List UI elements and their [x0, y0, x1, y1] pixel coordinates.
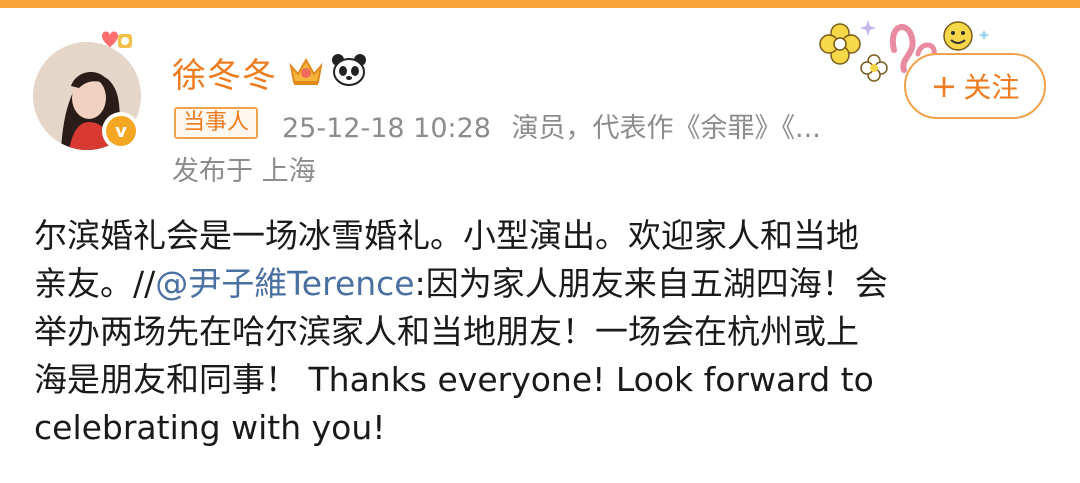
crown-icon — [289, 57, 323, 85]
follow-button[interactable]: + 关注 — [904, 53, 1046, 119]
post-line-1: 尔滨婚礼会是一场冰雪婚礼。小型演出。欢迎家人和当地 — [34, 216, 859, 255]
bio-snippet[interactable]: 演员，代表作《余罪》《... — [512, 113, 821, 144]
post-line-2: 亲友。//@尹子維Terence:因为家人朋友来自五湖四海！会 — [34, 260, 1044, 308]
panda-icon — [332, 54, 366, 86]
post-line-3: 举办两场先在哈尔滨家人和当地朋友！一场会在杭州或上 — [34, 312, 859, 351]
post-line-2-prefix: 亲友。// — [34, 264, 156, 303]
top-strip — [0, 0, 1080, 8]
post-line-5: celebrating with you! — [34, 408, 386, 447]
post-meta: 25-12-18 10:28 演员，代表作《余罪》《... — [282, 106, 821, 145]
plus-icon: + — [930, 67, 958, 105]
timestamp: 25-12-18 10:28 — [282, 113, 491, 144]
verified-badge-icon: v — [102, 112, 140, 150]
username[interactable]: 徐冬冬 — [172, 48, 277, 97]
follow-label: 关注 — [963, 71, 1020, 104]
status-badge: 当事人 — [174, 107, 259, 139]
post-location: 发布于 上海 — [172, 156, 316, 187]
sticker-icon — [102, 31, 132, 48]
post-line-4: 海是朋友和同事！ Thanks everyone! Look forward t… — [34, 360, 874, 399]
post-line-2-suffix: :因为家人朋友来自五湖四海！会 — [414, 264, 888, 303]
mention-link[interactable]: @尹子維Terence — [155, 264, 414, 303]
post-text: 尔滨婚礼会是一场冰雪婚礼。小型演出。欢迎家人和当地 亲友。//@尹子維Teren… — [34, 212, 1044, 452]
